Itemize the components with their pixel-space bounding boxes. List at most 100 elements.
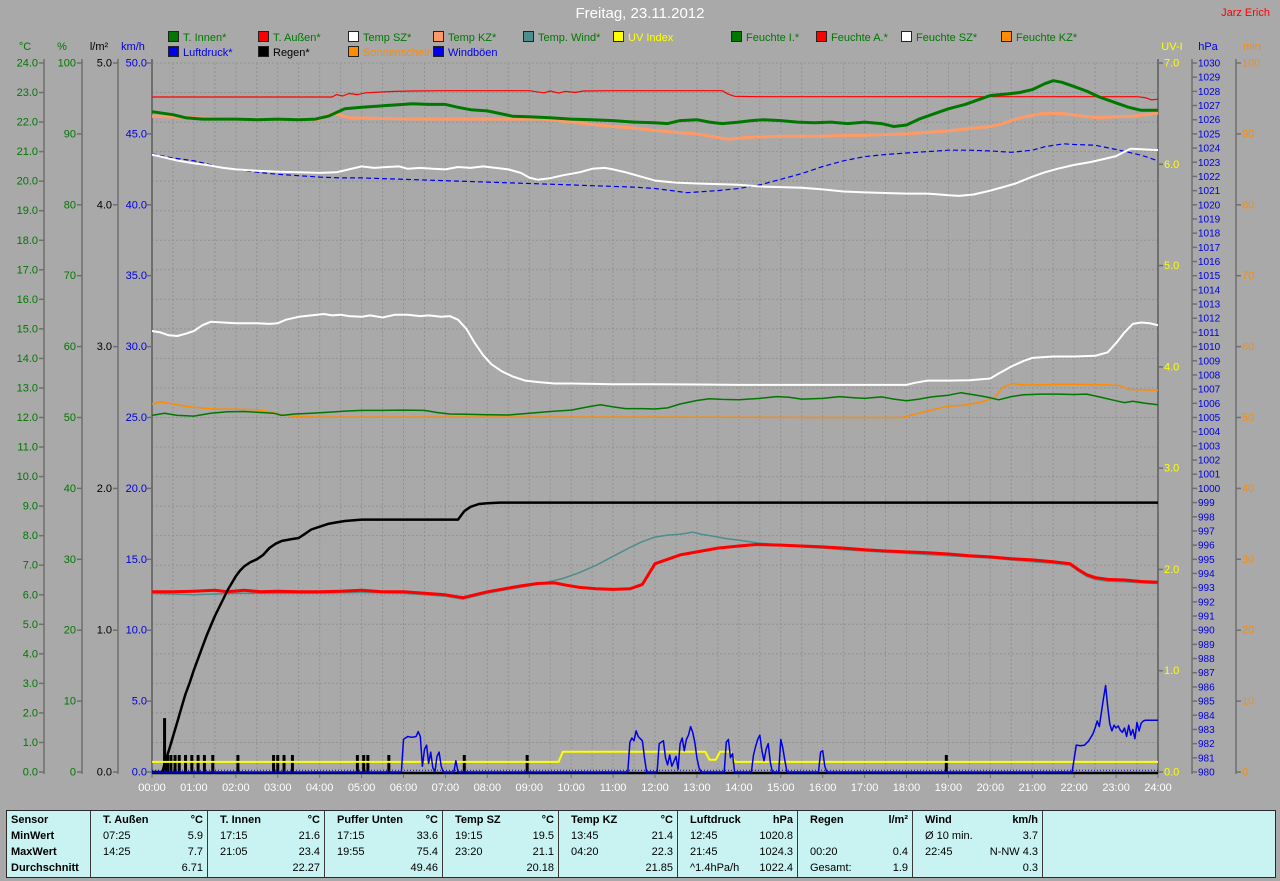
x-axis-label: 23:00 [1102, 782, 1130, 794]
stats-cell-value: 5.9 [187, 830, 203, 842]
axis-label-temp: 1.0 [23, 737, 38, 749]
stats-cell-time: 19:15 [455, 830, 483, 842]
axis-title-hpa: hPa [1198, 41, 1218, 53]
axis-label-temp: 3.0 [23, 678, 38, 690]
axis-label-hpa: 1018 [1198, 229, 1221, 240]
axis-label-wind: 20.0 [126, 483, 147, 495]
axis-label-hum: 60 [64, 341, 76, 353]
axis-label-temp: 19.0 [17, 205, 38, 217]
axis-label-uv: 2.0 [1164, 564, 1179, 576]
stats-cell-time [447, 861, 455, 875]
x-axis-label: 21:00 [1018, 782, 1046, 794]
stats-cell-value: 19.5 [532, 830, 554, 842]
axis-label-temp: 9.0 [23, 501, 38, 513]
axis-label-wind: 15.0 [126, 554, 147, 566]
stats-col-header: T. Innen °C [212, 813, 320, 827]
stats-cell-time [917, 861, 925, 875]
axis-label-temp: 15.0 [17, 323, 38, 335]
axis-label-hpa: 1023 [1198, 158, 1221, 169]
stats-col-unit: °C [190, 814, 203, 826]
axis-label-temp: 21.0 [17, 146, 38, 158]
stats-col-unit: hPa [772, 814, 793, 826]
stats-cell-value: 21.4 [651, 830, 673, 842]
stats-value-row: 0.3 [917, 861, 1038, 875]
stats-value-row: 20.18 [447, 861, 554, 875]
stats-value-row: 13:45 21.4 [563, 829, 673, 843]
axis-label-hpa: 1028 [1198, 87, 1221, 98]
stats-cell-value: 6.71 [181, 862, 203, 874]
axis-title-temp: °C [19, 41, 31, 53]
axis-label-wind: 30.0 [126, 341, 147, 353]
axis-label-rain: 3.0 [97, 341, 112, 353]
stats-value-row: 6.71 [95, 861, 203, 875]
axis-title-wind: km/h [121, 41, 145, 53]
stats-cell-value: 22.3 [651, 846, 673, 858]
axis-label-hpa: 995 [1198, 555, 1215, 566]
stats-row-labels: Sensor MinWert MaxWert Durchschnitt [7, 811, 91, 877]
axis-label-hpa: 991 [1198, 612, 1215, 623]
stats-cell-value: 3.7 [1022, 830, 1038, 842]
axis-label-temp: 12.0 [17, 412, 38, 424]
axis-label-temp: 0.0 [23, 767, 38, 779]
stats-cell-value: 0.3 [1022, 862, 1038, 874]
axis-label-temp: 14.0 [17, 353, 38, 365]
axis-label-temp: 2.0 [23, 707, 38, 719]
stats-cell-value: 23.4 [298, 846, 320, 858]
axis-label-hpa: 1011 [1198, 328, 1220, 339]
stats-cell-value: 0.4 [892, 846, 908, 858]
stats-cell-value: 7.7 [187, 846, 203, 858]
axis-label-hum: 20 [64, 625, 76, 637]
axis-label-hpa: 1022 [1198, 172, 1221, 183]
x-axis-label: 17:00 [851, 782, 879, 794]
axis-label-uv: 1.0 [1164, 665, 1179, 677]
stats-value-row: 19:15 19.5 [447, 829, 554, 843]
axis-label-temp: 10.0 [17, 471, 38, 483]
axis-label-hum: 80 [64, 199, 76, 211]
stats-col-unit: °C [425, 814, 438, 826]
stats-value-row: 21:05 23.4 [212, 845, 320, 859]
stats-cell-time: 13:45 [571, 830, 599, 842]
axis-label-hpa: 1003 [1198, 441, 1221, 452]
stats-value-row: 49.46 [329, 861, 438, 875]
stats-col-name: Puffer Unten [337, 814, 403, 826]
stats-cell-time: 19:55 [337, 846, 365, 858]
stats-row-label: MinWert [11, 830, 55, 842]
weather-chart-plot: °C 0.0 1.0 2.0 3.0 4.0 5.0 6.0 7.0 8.0 9.0 10.0 11.0… [17, 41, 1261, 794]
axis-label-hpa: 1008 [1198, 370, 1221, 381]
axis-label-hpa: 1004 [1198, 427, 1221, 438]
stats-cell-time: 22:45 [925, 846, 953, 858]
axis-label-hpa: 1016 [1198, 257, 1221, 268]
axis-label-temp: 20.0 [17, 176, 38, 188]
axis-label-hpa: 997 [1198, 526, 1215, 537]
stats-value-row: 17:15 33.6 [329, 829, 438, 843]
axis-label-hpa: 1012 [1198, 314, 1221, 325]
stats-cell-time: 07:25 [103, 830, 131, 842]
stats-table: Sensor MinWert MaxWert Durchschnitt T. Außen… [6, 810, 1276, 878]
axis-label-temp: 6.0 [23, 589, 38, 601]
axis-label-min: 50 [1242, 412, 1254, 424]
x-axis-label: 14:00 [725, 782, 753, 794]
stats-cell-value: 22.27 [292, 862, 320, 874]
axis-label-hpa: 989 [1198, 640, 1215, 651]
x-axis-label: 04:00 [306, 782, 334, 794]
stats-value-row: Ø 10 min. 3.7 [917, 829, 1038, 843]
stats-col-unit: km/h [1012, 814, 1038, 826]
axis-label-temp: 8.0 [23, 530, 38, 542]
stats-cell-value: 1024.3 [759, 846, 793, 858]
stats-col-name: T. Innen [220, 814, 261, 826]
axis-label-hpa: 996 [1198, 541, 1215, 552]
axis-label-min: 90 [1242, 128, 1254, 140]
x-axis-label: 08:00 [474, 782, 502, 794]
axis-label-hpa: 1029 [1198, 73, 1221, 84]
x-axis-label: 15:00 [767, 782, 795, 794]
stats-cell-time: 21:45 [690, 846, 718, 858]
axis-title-hum: % [57, 41, 67, 53]
axis-label-min: 60 [1242, 341, 1254, 353]
stats-col-header: Puffer Unten °C [329, 813, 438, 827]
stats-value-row: 07:25 5.9 [95, 829, 203, 843]
x-axis-label: 01:00 [180, 782, 208, 794]
stats-value-row: 00:20 0.4 [802, 845, 908, 859]
axis-label-min: 10 [1242, 696, 1254, 708]
x-axis-label: 03:00 [264, 782, 292, 794]
weather-day-view: Freitag, 23.11.2012 Jarz Erich T. Innen*… [0, 0, 1280, 881]
